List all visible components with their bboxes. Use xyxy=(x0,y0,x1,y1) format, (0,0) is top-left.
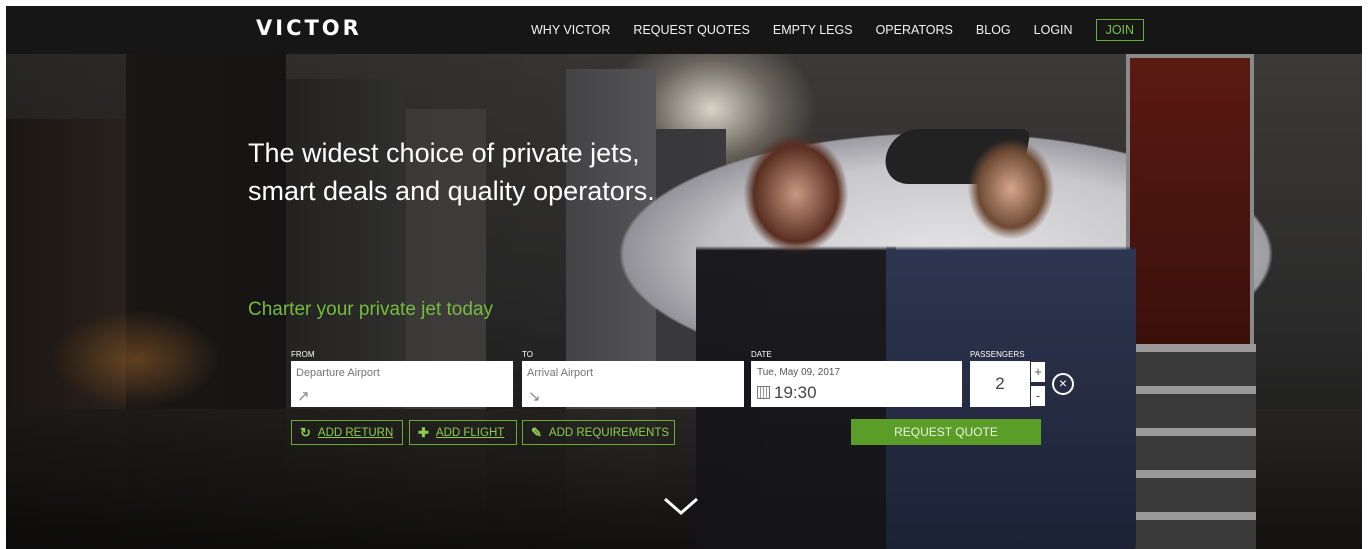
hero-subheadline: Charter your private jet today xyxy=(248,299,494,320)
departure-airport-input[interactable] xyxy=(296,367,496,379)
date-value: Tue, May 09, 2017 xyxy=(757,367,841,378)
hero-headline: The widest choice of private jets, smart… xyxy=(248,138,655,206)
date-label: DATE xyxy=(751,350,772,359)
decrement-passengers-button[interactable]: - xyxy=(1031,386,1045,406)
passengers-value: 2 xyxy=(995,374,1005,393)
hero-content: The widest choice of private jets, smart… xyxy=(6,6,1362,549)
arrow-northeast-icon: ↗ xyxy=(297,388,310,405)
nav-operators[interactable]: OPERATORS xyxy=(876,23,953,37)
arrival-airport-input[interactable] xyxy=(527,367,727,379)
chevron-down-icon[interactable] xyxy=(663,496,699,516)
main-nav: WHY VICTOR REQUEST QUOTES EMPTY LEGS OPE… xyxy=(531,6,1145,54)
to-label: TO xyxy=(522,350,533,359)
top-navigation-bar: VICTOR WHY VICTOR REQUEST QUOTES EMPTY L… xyxy=(6,6,1362,54)
departure-field[interactable]: ↗ xyxy=(291,361,513,407)
date-field[interactable]: Tue, May 09, 2017 19:30 xyxy=(751,361,962,407)
add-requirements-button[interactable]: ✎ ADD REQUIREMENTS xyxy=(522,420,675,445)
arrival-field[interactable]: ↘ xyxy=(522,361,744,407)
request-quote-button[interactable]: REQUEST QUOTE xyxy=(851,419,1041,445)
nav-login[interactable]: LOGIN xyxy=(1034,23,1073,37)
add-flight-button[interactable]: ✚ ADD FLIGHT xyxy=(409,420,517,445)
from-label: FROM xyxy=(291,350,315,359)
arrow-southeast-icon: ↘ xyxy=(528,388,541,405)
plus-icon: ✚ xyxy=(418,424,429,440)
passengers-field[interactable]: 2 xyxy=(970,361,1030,407)
page: VICTOR WHY VICTOR REQUEST QUOTES EMPTY L… xyxy=(6,6,1362,549)
time-display: 19:30 xyxy=(757,383,817,403)
clear-icon[interactable]: × xyxy=(1052,373,1074,395)
join-button[interactable]: JOIN xyxy=(1095,19,1145,41)
nav-request-quotes[interactable]: REQUEST QUOTES xyxy=(633,23,749,37)
increment-passengers-button[interactable]: + xyxy=(1031,362,1045,382)
pencil-icon: ✎ xyxy=(531,424,542,440)
add-return-button[interactable]: ↻ ADD RETURN xyxy=(291,420,403,445)
nav-blog[interactable]: BLOG xyxy=(976,23,1011,37)
refresh-icon: ↻ xyxy=(300,424,311,440)
time-value: 19:30 xyxy=(774,383,817,402)
nav-empty-legs[interactable]: EMPTY LEGS xyxy=(773,23,853,37)
nav-why-victor[interactable]: WHY VICTOR xyxy=(531,23,610,37)
calendar-icon xyxy=(757,386,770,399)
logo[interactable]: VICTOR xyxy=(256,16,362,40)
passengers-label: PASSENGERS xyxy=(970,350,1025,359)
